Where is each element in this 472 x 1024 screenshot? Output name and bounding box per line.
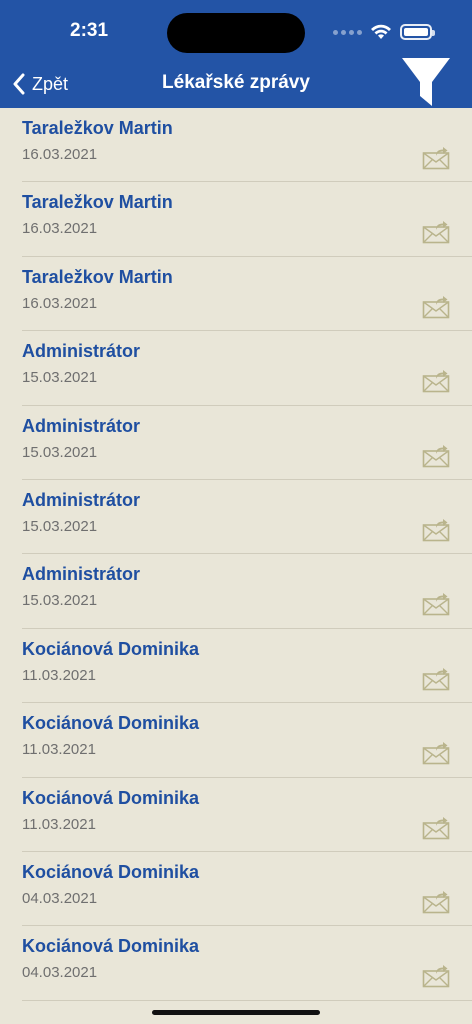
list-item[interactable]: Administrátor 15.03.2021	[22, 554, 472, 629]
list-item[interactable]: Kociánová Dominika 11.03.2021	[22, 778, 472, 852]
message-date: 11.03.2021	[22, 666, 96, 684]
message-list: Taraležkov Martin 16.03.2021 Taraležkov Ma…	[0, 108, 472, 1001]
sender-name: Administrátor	[22, 341, 141, 362]
cellular-signal-icon	[333, 29, 362, 35]
message-date: 15.03.2021	[22, 443, 98, 461]
home-indicator	[152, 1010, 320, 1015]
list-item[interactable]: Kociánová Dominika 11.03.2021	[22, 703, 472, 778]
list-item[interactable]: Kociánová Dominika 11.03.2021	[22, 629, 472, 704]
envelope-forward-icon[interactable]	[422, 369, 450, 393]
list-item[interactable]: Kociánová Dominika 04.03.2021	[22, 926, 472, 1001]
message-date: 16.03.2021	[22, 294, 98, 312]
list-item[interactable]: Taraležkov Martin 16.03.2021	[22, 182, 472, 257]
list-item[interactable]: Kociánová Dominika 04.03.2021	[22, 852, 472, 927]
status-icons	[333, 22, 435, 42]
envelope-forward-icon[interactable]	[422, 146, 450, 170]
sender-name: Administrátor	[22, 415, 141, 436]
message-date: 15.03.2021	[22, 592, 98, 610]
wifi-icon	[371, 24, 391, 39]
message-date: 11.03.2021	[22, 741, 96, 759]
envelope-forward-icon[interactable]	[422, 667, 450, 691]
status-time: 2:31	[70, 20, 109, 41]
envelope-forward-icon[interactable]	[422, 964, 450, 988]
battery-icon	[400, 24, 435, 40]
list-item[interactable]: Taraležkov Martin 16.03.2021	[22, 108, 472, 183]
envelope-forward-icon[interactable]	[422, 518, 450, 542]
list-item[interactable]: Taraležkov Martin 16.03.2021	[22, 257, 472, 332]
envelope-forward-icon[interactable]	[422, 741, 450, 765]
message-date: 11.03.2021	[22, 815, 96, 833]
sender-name: Administrátor	[22, 489, 141, 510]
sender-name: Taraležkov Martin	[22, 192, 173, 213]
sender-name: Kociánová Dominika	[22, 936, 200, 957]
envelope-forward-icon[interactable]	[422, 444, 450, 468]
list-item[interactable]: Administrátor 15.03.2021	[22, 331, 472, 406]
sender-name: Taraležkov Martin	[22, 266, 173, 287]
list-item[interactable]: Administrátor 15.03.2021	[22, 406, 472, 480]
sender-name: Administrátor	[22, 564, 141, 585]
message-date: 16.03.2021	[22, 220, 98, 238]
sender-name: Taraležkov Martin	[22, 118, 173, 138]
message-date: 16.03.2021	[22, 146, 98, 163]
sender-name: Kociánová Dominika	[22, 638, 200, 659]
filter-icon	[402, 58, 450, 106]
sender-name: Kociánová Dominika	[22, 861, 200, 882]
message-date: 15.03.2021	[22, 369, 98, 387]
message-date: 04.03.2021	[22, 889, 98, 907]
sender-name: Kociánová Dominika	[22, 787, 200, 808]
envelope-forward-icon[interactable]	[422, 295, 450, 319]
envelope-forward-icon[interactable]	[422, 890, 450, 914]
envelope-forward-icon[interactable]	[422, 592, 450, 616]
message-date: 04.03.2021	[22, 964, 98, 982]
envelope-forward-icon[interactable]	[422, 816, 450, 840]
message-date: 15.03.2021	[22, 517, 98, 535]
filter-button[interactable]	[400, 56, 452, 108]
list-item[interactable]: Administrátor 15.03.2021	[22, 480, 472, 555]
sender-name: Kociánová Dominika	[22, 713, 200, 734]
app-header: 2:31 Zpět Lékařské zprávy	[0, 0, 472, 108]
dynamic-island	[167, 13, 305, 53]
envelope-forward-icon[interactable]	[422, 220, 450, 244]
